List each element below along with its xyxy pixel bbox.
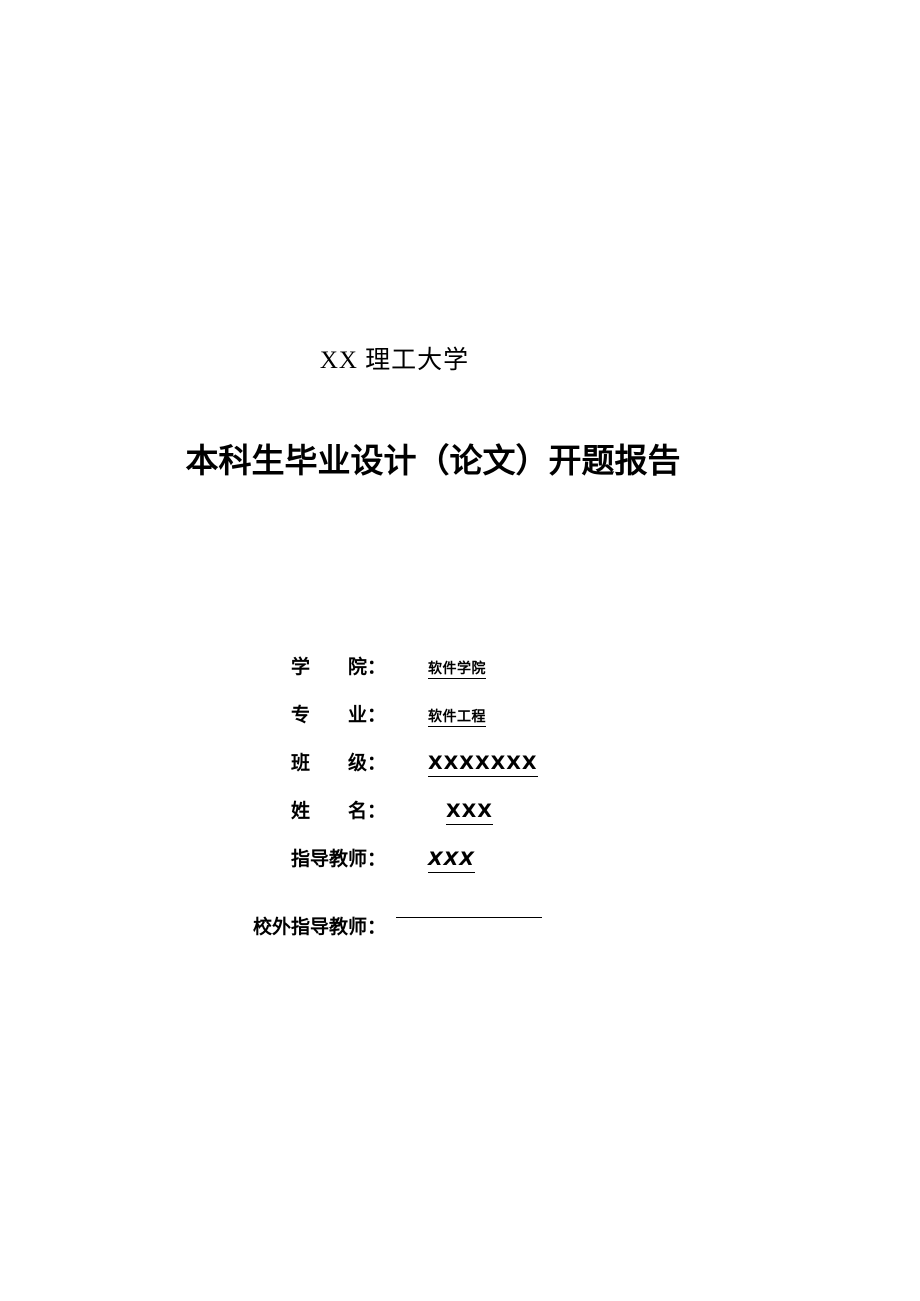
value-college: 软件学院 [428, 661, 486, 679]
document-page: XX 理工大学 本科生毕业设计（论文）开题报告 学 院： 软件学院 专 业： 软… [0, 0, 920, 1301]
value-major: 软件工程 [428, 709, 486, 727]
label-major: 专 业： [290, 704, 386, 726]
value-advisor: XXX [428, 850, 475, 873]
value-external-advisor-blank [396, 898, 542, 918]
university-name: XX 理工大学 [0, 316, 920, 406]
university-name-text: XX 理工大学 [319, 347, 470, 374]
label-class: 班 级： [290, 752, 386, 774]
form-row-external-advisor: 校外指导教师： [252, 898, 672, 946]
label-college: 学 院： [290, 656, 386, 678]
value-class: XXXXXXX [428, 754, 538, 777]
cover-info-block: 学 院： 软件学院 专 业： 软件工程 班 级： XXXXXXX 姓 名： XX… [252, 658, 672, 946]
page-title-text: 本科生毕业设计（论文）开题报告 [185, 440, 681, 480]
form-row-class: 班 级： XXXXXXX [252, 754, 672, 802]
value-name: XXX [446, 802, 493, 825]
form-row-college: 学 院： 软件学院 [252, 658, 672, 706]
form-row-name: 姓 名： XXX [252, 802, 672, 850]
page-title: 本科生毕业设计（论文）开题报告 [0, 401, 920, 520]
label-advisor: 指导教师： [290, 848, 386, 870]
form-row-advisor: 指导教师： XXX [252, 850, 672, 898]
label-name: 姓 名： [290, 800, 386, 822]
form-row-major: 专 业： 软件工程 [252, 706, 672, 754]
